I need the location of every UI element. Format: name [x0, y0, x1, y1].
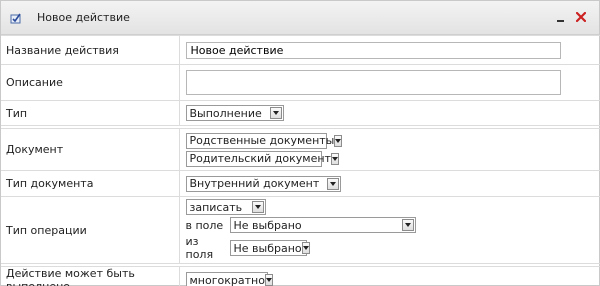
- new-action-dialog: Новое действие Название действия Описани…: [0, 0, 600, 286]
- chevron-down-icon: [269, 107, 282, 119]
- checklist-icon: [9, 11, 23, 25]
- to-field-select[interactable]: Не выбрано: [229, 217, 416, 233]
- doc-type-select[interactable]: Внутренний документ: [185, 175, 341, 192]
- operation-select[interactable]: записать: [185, 199, 266, 215]
- form-row-type: Тип Выполнение: [1, 100, 600, 126]
- form-row-description: Описание: [1, 64, 600, 101]
- chevron-down-icon: [264, 274, 273, 286]
- dialog-title: Новое действие: [37, 11, 130, 24]
- form-row-document: Документ Родственные документы Родительс…: [1, 128, 600, 171]
- description-label: Описание: [1, 64, 180, 101]
- chevron-down-icon: [330, 152, 339, 165]
- type-select[interactable]: Выполнение: [185, 105, 284, 121]
- form-row-name: Название действия: [1, 35, 600, 65]
- operation-label: Тип операции: [1, 196, 180, 264]
- execution-label: Действие может быть выполнено: [1, 266, 180, 286]
- name-label: Название действия: [1, 35, 180, 65]
- document-label: Документ: [1, 128, 180, 171]
- doc-type-label: Тип документа: [1, 170, 180, 197]
- from-field-label: из поля: [185, 235, 214, 261]
- chevron-down-icon: [334, 134, 343, 147]
- chevron-down-icon: [326, 177, 339, 190]
- form-row-doc-type: Тип документа Внутренний документ: [1, 170, 600, 197]
- document-relation-select[interactable]: Родственные документы: [185, 132, 343, 149]
- action-form: Название действия Описание Тип Выполнени…: [1, 35, 600, 286]
- close-icon[interactable]: [575, 10, 587, 24]
- form-row-operation: Тип операции записать в поле Не выбрано: [1, 196, 600, 264]
- document-parent-select[interactable]: Родительский документ: [185, 150, 339, 167]
- dialog-titlebar[interactable]: Новое действие: [1, 1, 599, 35]
- from-field-select[interactable]: Не выбрано: [229, 240, 310, 256]
- to-field-label: в поле: [185, 218, 224, 232]
- action-name-input[interactable]: [185, 41, 561, 59]
- description-textarea[interactable]: [185, 70, 561, 95]
- form-row-execution: Действие может быть выполнено многократн…: [1, 266, 600, 286]
- chevron-down-icon: [401, 219, 414, 231]
- type-label: Тип: [1, 100, 180, 126]
- minimize-icon[interactable]: [555, 10, 567, 24]
- execution-select[interactable]: многократно: [185, 272, 273, 286]
- chevron-down-icon: [251, 201, 264, 213]
- chevron-down-icon: [301, 242, 310, 254]
